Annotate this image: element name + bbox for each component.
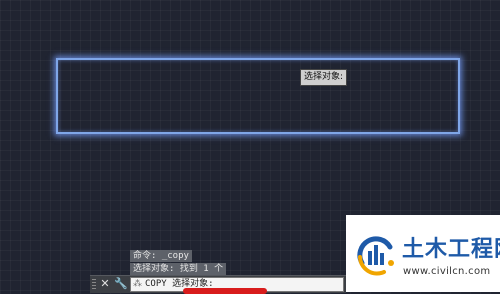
watermark-title: 土木工程网 xyxy=(402,237,500,262)
command-history-line: 命令: _copy xyxy=(130,250,192,262)
command-history-line: 选择对象: 找到 1 个 xyxy=(130,263,227,275)
selected-rectangle[interactable] xyxy=(56,58,460,134)
command-line-bar: ✕ 🔧 ⁂ COPY 选择对象: xyxy=(90,275,346,294)
watermark-url: www.civilcn.com xyxy=(403,266,491,277)
wrench-icon[interactable]: 🔧 xyxy=(114,277,128,291)
command-prompt-icon: ⁂ xyxy=(133,279,142,289)
red-highlight-mark xyxy=(183,288,267,294)
site-watermark: 土木工程网 www.civilcn.com xyxy=(346,215,500,292)
dynamic-input-tooltip: 选择对象: xyxy=(300,69,348,86)
command-input[interactable]: ⁂ COPY 选择对象: xyxy=(130,277,344,294)
drag-grip-handle[interactable] xyxy=(92,279,96,290)
close-icon[interactable]: ✕ xyxy=(98,277,112,291)
site-logo-icon xyxy=(357,236,394,276)
